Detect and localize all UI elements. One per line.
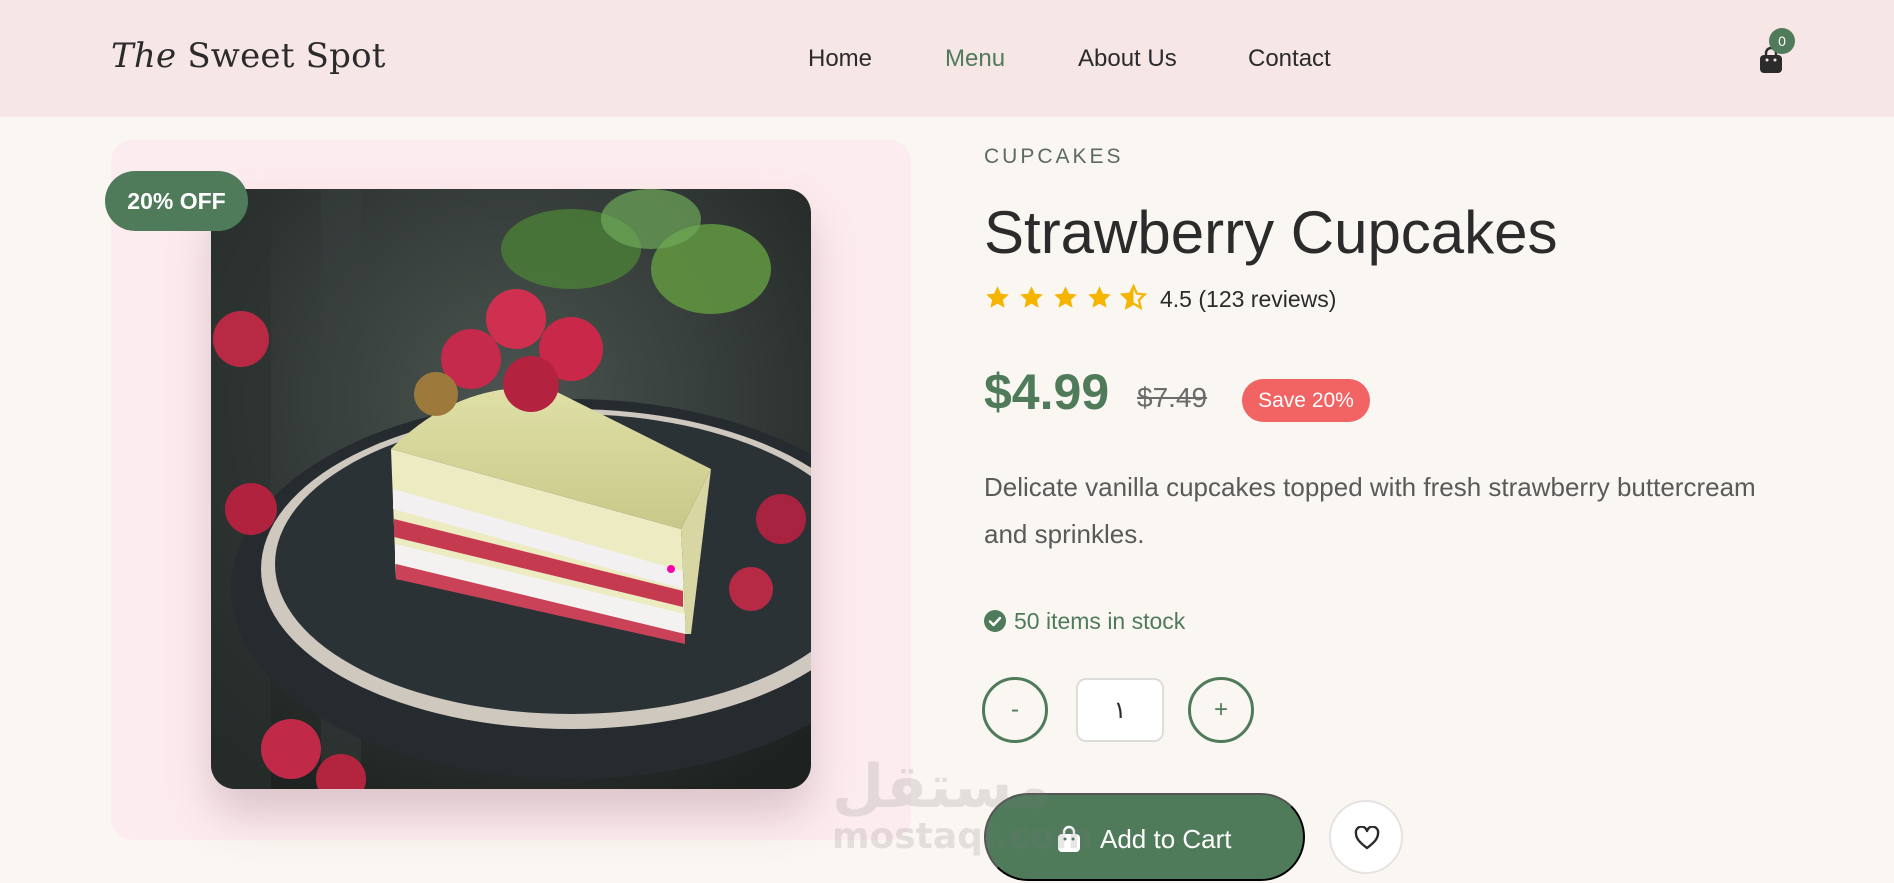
- check-circle-icon: [984, 610, 1006, 632]
- wishlist-button[interactable]: [1329, 800, 1403, 874]
- product-title: Strawberry Cupcakes: [984, 199, 1558, 266]
- original-price: $7.49: [1137, 382, 1208, 413]
- heart-icon: [1354, 826, 1380, 850]
- stock-text: 50 items in stock: [1014, 608, 1186, 634]
- star-full-icon: [1054, 286, 1077, 308]
- add-to-cart-label: Add to Cart: [1100, 824, 1232, 854]
- watermark: مستقل mostaql.com: [832, 752, 1093, 862]
- watermark-latin: mostaql.com: [832, 816, 1093, 857]
- current-price: $4.99: [984, 364, 1110, 420]
- star-full-icon: [1020, 286, 1043, 308]
- quantity-increment-button[interactable]: +: [1188, 677, 1254, 743]
- product-category: CUPCAKES: [984, 145, 1124, 168]
- star-half-icon: [1120, 284, 1147, 311]
- star-full-icon: [1088, 286, 1111, 308]
- rating-text: 4.5 (123 reviews): [1160, 286, 1337, 312]
- nav-home[interactable]: Home: [808, 45, 872, 73]
- site-header: The Sweet Spot Home Menu About Us Contac…: [0, 0, 1894, 117]
- nav-contact[interactable]: Contact: [1248, 45, 1331, 73]
- quantity-decrement-button[interactable]: -: [982, 677, 1048, 743]
- cart-count-badge: 0: [1769, 28, 1795, 54]
- star-full-icon: [986, 286, 1009, 308]
- discount-badge: 20% OFF: [105, 171, 248, 231]
- nav-menu[interactable]: Menu: [945, 45, 1005, 73]
- quantity-input[interactable]: [1076, 678, 1164, 742]
- nav-about-us[interactable]: About Us: [1078, 45, 1177, 73]
- logo-italic: The: [111, 36, 177, 76]
- logo-text: Sweet Spot: [187, 36, 386, 76]
- site-logo[interactable]: The Sweet Spot: [111, 36, 386, 76]
- watermark-arabic: مستقل: [832, 752, 1052, 822]
- save-badge: Save 20%: [1242, 379, 1370, 422]
- product-image: [211, 189, 811, 789]
- product-description: Delicate vanilla cupcakes topped with fr…: [984, 472, 1756, 549]
